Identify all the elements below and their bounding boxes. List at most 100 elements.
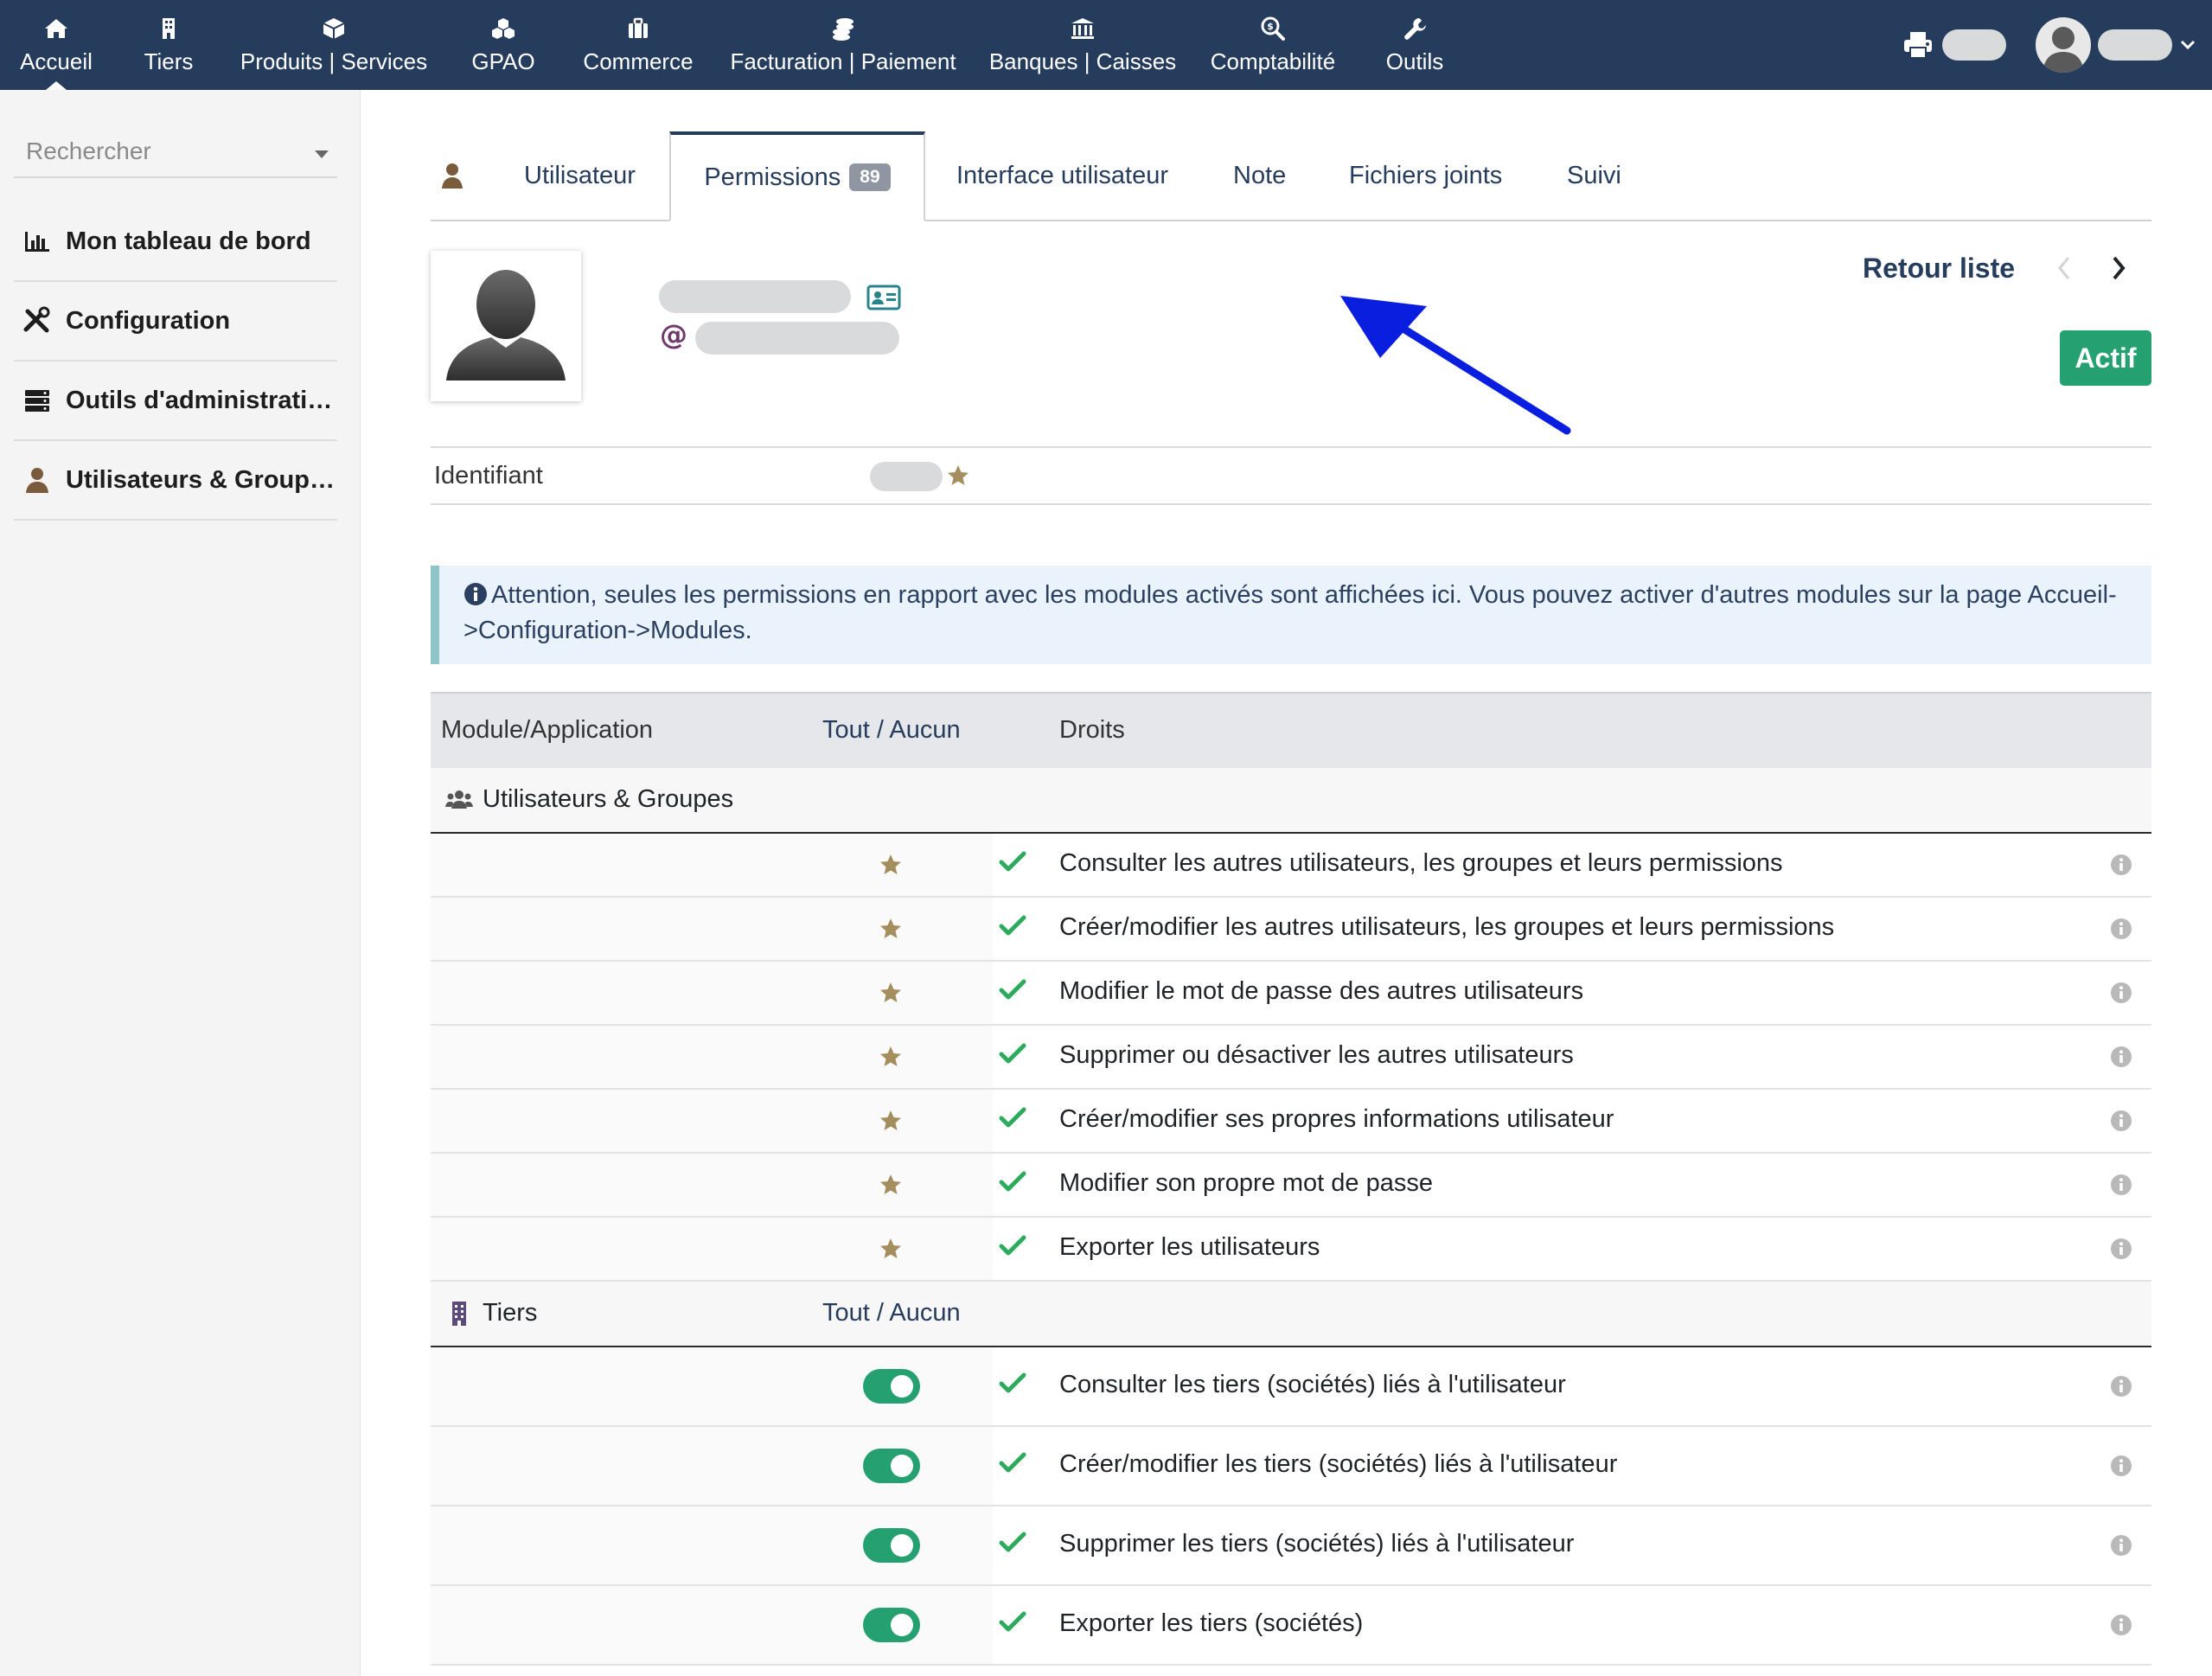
home-icon [43, 16, 69, 42]
table-header: Module/Application Tout / Aucun Droits [431, 692, 2151, 768]
table-row: Créer/modifier les tiers (sociétés) liés… [431, 1427, 2151, 1506]
tab-note[interactable]: Note [1233, 131, 1286, 220]
permission-label: Créer/modifier ses propres informations … [1059, 1105, 1614, 1133]
row-module-cell [431, 1218, 993, 1280]
permission-label: Exporter les utilisateurs [1059, 1233, 1320, 1261]
permission-label: Modifier son propre mot de passe [1059, 1169, 1433, 1197]
back-to-list-link[interactable]: Retour liste [1863, 253, 2015, 285]
search-input[interactable] [24, 137, 287, 166]
star-icon [879, 981, 903, 1005]
menu-item-produits-services[interactable]: Produits | Services [225, 0, 443, 90]
avatar[interactable] [2036, 17, 2091, 73]
tab-utilisateur[interactable]: Utilisateur [524, 131, 636, 220]
chevron-left-icon[interactable] [2053, 253, 2077, 284]
sidebar-item-label: Configuration [66, 306, 231, 335]
star-icon [879, 1109, 903, 1133]
menu-item-label: Commerce [583, 48, 694, 74]
menu-item-banques-caisses[interactable]: Banques | Caisses [974, 0, 1192, 90]
tab-permissions[interactable]: Permissions 89 [669, 131, 925, 221]
menu-item-comptabilite[interactable]: $ Comptabilité [1192, 0, 1354, 90]
table-row: Créer/modifier ses propres informations … [431, 1090, 2151, 1154]
menu-item-label: GPAO [471, 48, 535, 74]
user-email-placeholder [695, 322, 899, 355]
menu-item-facturation-paiement[interactable]: Facturation | Paiement [713, 0, 974, 90]
permission-toggle[interactable] [863, 1369, 920, 1404]
sidebar-item-configuration[interactable]: Configuration [14, 282, 337, 361]
star-icon [879, 1045, 903, 1069]
tab-bar: Utilisateur Permissions 89 Interface uti… [431, 131, 2151, 221]
tout-aucun-separator: / [869, 716, 890, 744]
star-icon [879, 853, 903, 877]
email-at-icon: @ [659, 318, 688, 351]
coins-icon [830, 16, 856, 42]
company-pill-placeholder[interactable] [1942, 29, 2006, 61]
user-icon [439, 161, 465, 190]
menu-item-commerce[interactable]: Commerce [564, 0, 713, 90]
menu-item-tiers[interactable]: Tiers [112, 0, 225, 90]
permissions-count-badge: 89 [849, 163, 891, 191]
sidebar-item-utilisateurs-groupes[interactable]: Utilisateurs & Groupes [14, 441, 337, 521]
sidebar-item-outils-administration[interactable]: Outils d'administration [14, 361, 337, 441]
status-badge: Actif [2060, 330, 2151, 386]
check-icon [998, 1371, 1027, 1397]
column-header-tout-aucun: Tout / Aucun [822, 716, 961, 745]
username-pill-placeholder[interactable] [2098, 29, 2172, 61]
check-icon [998, 1450, 1027, 1476]
menu-item-gpao[interactable]: GPAO [443, 0, 564, 90]
permission-toggle[interactable] [863, 1608, 920, 1642]
sidebar-menu: Mon tableau de bord Configuration Outils… [14, 202, 337, 521]
menu-item-label: Outils [1385, 48, 1444, 74]
info-circle-icon[interactable] [2110, 1614, 2132, 1636]
chevron-right-icon[interactable] [2107, 253, 2131, 284]
tab-fichiers-joints[interactable]: Fichiers joints [1349, 131, 1502, 220]
annotation-arrow-icon [1340, 296, 1571, 435]
info-circle-icon[interactable] [2110, 1375, 2132, 1398]
building-icon [156, 16, 182, 42]
group-select-all-none-link[interactable]: Tout / Aucun [822, 1299, 961, 1327]
table-row: Exporter les utilisateurs [431, 1218, 2151, 1282]
menu-item-label: Tiers [144, 48, 194, 74]
print-icon[interactable] [1902, 30, 1934, 60]
permission-label: Créer/modifier les autres utilisateurs, … [1059, 913, 1835, 941]
info-circle-icon[interactable] [2110, 1110, 2132, 1132]
check-icon [998, 1233, 1027, 1259]
info-circle-icon[interactable] [2110, 1534, 2132, 1557]
tab-label: Fichiers joints [1349, 161, 1503, 189]
info-circle-icon[interactable] [2110, 982, 2132, 1004]
server-icon [22, 386, 52, 415]
group-label: Utilisateurs & Groupes [483, 785, 734, 813]
id-card-icon[interactable] [866, 284, 901, 311]
info-circle-icon[interactable] [2110, 918, 2132, 940]
chevron-down-icon[interactable] [2179, 39, 2196, 51]
menu-item-accueil[interactable]: Accueil [0, 0, 112, 90]
tab-interface-utilisateur[interactable]: Interface utilisateur [956, 131, 1168, 220]
menu-item-outils[interactable]: Outils [1354, 0, 1475, 90]
cube-icon [321, 16, 347, 42]
profile-photo[interactable] [431, 251, 581, 401]
chevron-down-icon[interactable] [315, 150, 329, 158]
info-circle-icon[interactable] [2110, 1455, 2132, 1477]
check-icon [998, 977, 1027, 1003]
row-module-cell [431, 834, 993, 896]
permission-toggle[interactable] [863, 1449, 920, 1483]
info-circle-icon[interactable] [2110, 1238, 2132, 1260]
check-icon [998, 1609, 1027, 1635]
select-all-link[interactable]: Tout [822, 716, 870, 744]
tab-suivi[interactable]: Suivi [1567, 131, 1621, 220]
info-circle-icon[interactable] [2110, 1046, 2132, 1068]
identifiant-row: Identifiant [431, 446, 2151, 505]
permission-toggle[interactable] [863, 1528, 920, 1563]
info-circle-icon[interactable] [2110, 1174, 2132, 1196]
permission-label: Exporter les tiers (sociétés) [1059, 1609, 1364, 1637]
select-none-link[interactable]: Aucun [889, 716, 960, 744]
table-row: Consulter les autres utilisateurs, les g… [431, 834, 2151, 898]
info-circle-icon[interactable] [2110, 854, 2132, 876]
row-module-cell [431, 1154, 993, 1216]
permission-label: Consulter les autres utilisateurs, les g… [1059, 849, 1783, 877]
svg-text:$: $ [1267, 21, 1274, 32]
permission-label: Supprimer les tiers (sociétés) liés à l'… [1059, 1530, 1575, 1558]
sidebar-item-dashboard[interactable]: Mon tableau de bord [14, 202, 337, 282]
menu-item-label: Produits | Services [240, 48, 428, 74]
permission-label: Modifier le mot de passe des autres util… [1059, 977, 1584, 1005]
permissions-table: Module/Application Tout / Aucun Droits U… [431, 692, 2151, 1666]
